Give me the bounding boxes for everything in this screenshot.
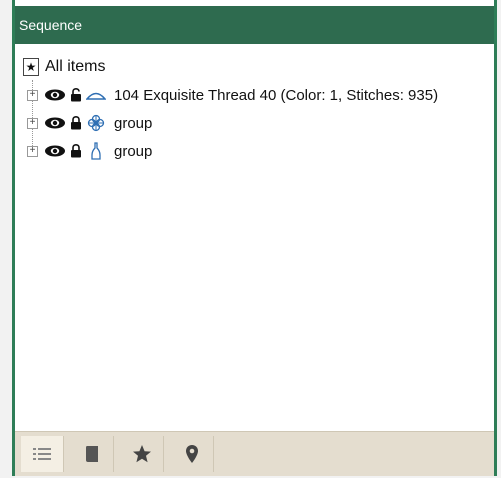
sequence-tree[interactable]: ★ All items + 104 Exquisite Thread 40 (C… xyxy=(15,50,494,430)
tree-item-group[interactable]: + group xyxy=(27,112,152,134)
bottle-motif-icon xyxy=(91,142,101,160)
tree-root-label: All items xyxy=(45,58,106,75)
lock-icon[interactable] xyxy=(70,116,82,130)
book-icon xyxy=(86,446,98,462)
eye-icon[interactable] xyxy=(44,117,66,129)
favorites-tab[interactable] xyxy=(121,436,164,472)
pin-icon xyxy=(186,445,198,463)
location-tab[interactable] xyxy=(171,436,214,472)
outline-arc-icon xyxy=(86,92,106,100)
sequence-panel: Sequence ★ All items + 104 Exquisite Thr… xyxy=(12,0,497,476)
unlock-icon[interactable] xyxy=(70,88,82,102)
book-tab[interactable] xyxy=(71,436,114,472)
list-icon xyxy=(33,448,51,460)
expand-toggle-icon[interactable]: + xyxy=(27,117,38,129)
tree-item-thread[interactable]: + 104 Exquisite Thread 40 (Color: 1, Sti… xyxy=(27,84,438,106)
star-box-icon: ★ xyxy=(23,58,39,76)
tree-item-label: 104 Exquisite Thread 40 (Color: 1, Stitc… xyxy=(114,86,439,104)
flower-motif-icon xyxy=(87,114,105,132)
expand-toggle-icon[interactable]: + xyxy=(27,89,38,101)
star-icon xyxy=(133,445,151,463)
tree-item-label: group xyxy=(114,142,153,160)
eye-icon[interactable] xyxy=(44,89,66,101)
panel-tab-bar xyxy=(15,431,494,476)
tree-item-label: group xyxy=(114,114,153,132)
eye-icon[interactable] xyxy=(44,145,66,157)
lock-icon[interactable] xyxy=(70,144,82,158)
tree-root-all-items[interactable]: ★ All items xyxy=(23,56,105,78)
panel-title: Sequence xyxy=(15,6,494,44)
expand-toggle-icon[interactable]: + xyxy=(27,145,38,157)
list-tab[interactable] xyxy=(21,436,64,472)
tree-item-group[interactable]: + group xyxy=(27,140,152,162)
